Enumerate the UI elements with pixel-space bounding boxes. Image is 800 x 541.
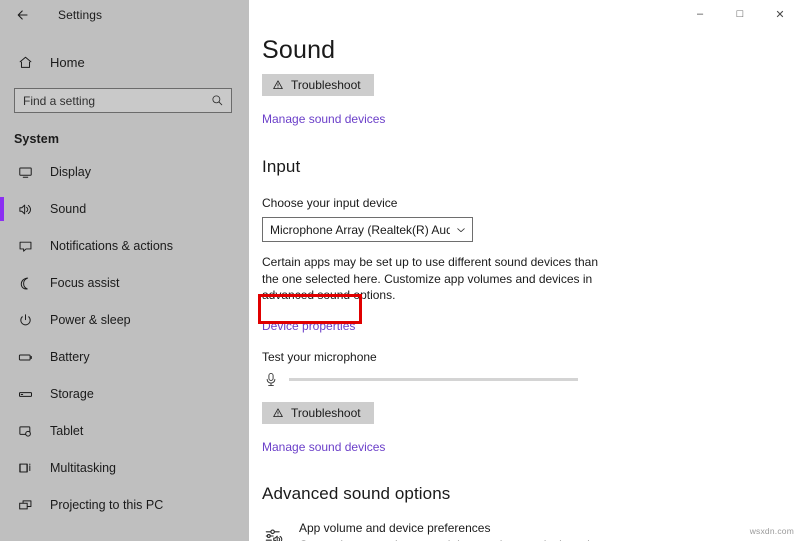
app-volume-preferences-item[interactable]: App volume and device preferences Custom… (262, 521, 800, 541)
back-arrow-icon[interactable] (10, 2, 36, 28)
microphone-icon (262, 370, 280, 390)
sidebar-item-label: Focus assist (50, 276, 119, 290)
sidebar-item-home[interactable]: Home (0, 47, 249, 77)
sidebar-home-label: Home (50, 55, 85, 70)
mixer-icon (262, 523, 288, 541)
projecting-icon (14, 495, 36, 515)
search-icon (207, 91, 227, 111)
sidebar-item-focus-assist[interactable]: Focus assist (0, 270, 249, 296)
sidebar-item-label: Storage (50, 387, 94, 401)
sidebar-item-projecting[interactable]: Projecting to this PC (0, 492, 249, 518)
sidebar-item-battery[interactable]: Battery (0, 344, 249, 370)
sidebar-item-power-sleep[interactable]: Power & sleep (0, 307, 249, 333)
output-troubleshoot-button[interactable]: Troubleshoot (262, 74, 374, 96)
input-troubleshoot-label: Troubleshoot (291, 406, 361, 420)
sidebar-item-storage[interactable]: Storage (0, 381, 249, 407)
input-device-label: Choose your input device (262, 196, 800, 210)
output-manage-sound-devices-link[interactable]: Manage sound devices (262, 112, 385, 126)
warning-triangle-icon (272, 407, 284, 419)
maximize-button[interactable]: □ (720, 0, 760, 28)
window-controls: – □ ✕ (680, 0, 800, 28)
input-device-select[interactable]: Microphone Array (Realtek(R) Audio) (262, 217, 473, 242)
input-device-value: Microphone Array (Realtek(R) Audio) (270, 223, 450, 237)
storage-icon (14, 384, 36, 404)
home-icon (14, 51, 36, 73)
minimize-button[interactable]: – (680, 0, 720, 28)
page-title: Sound (262, 36, 800, 65)
app-volume-subtitle: Customize app volumes and the speakers o… (299, 537, 633, 541)
battery-icon (14, 347, 36, 367)
sidebar-item-notifications[interactable]: Notifications & actions (0, 233, 249, 259)
sidebar-item-label: Battery (50, 350, 90, 364)
multitasking-icon (14, 458, 36, 478)
sidebar-nav-list: Display Sound Notifica (0, 159, 249, 518)
settings-window: Settings Home Find a setting System (0, 0, 800, 541)
speaker-icon (14, 199, 36, 219)
warning-triangle-icon (272, 79, 284, 91)
tablet-icon (14, 421, 36, 441)
close-button[interactable]: ✕ (760, 0, 800, 28)
search-input[interactable]: Find a setting (14, 88, 232, 113)
sidebar-item-label: Display (50, 165, 91, 179)
sidebar-item-label: Power & sleep (50, 313, 131, 327)
sidebar: Settings Home Find a setting System (0, 0, 249, 541)
power-icon (14, 310, 36, 330)
sidebar-item-label: Notifications & actions (50, 239, 173, 253)
output-troubleshoot-label: Troubleshoot (291, 78, 361, 92)
chevron-down-icon (450, 219, 472, 241)
input-section-heading: Input (262, 157, 800, 177)
sidebar-item-label: Multitasking (50, 461, 116, 475)
main-content: – □ ✕ Sound Troubleshoot (249, 0, 800, 541)
sidebar-item-tablet[interactable]: Tablet (0, 418, 249, 444)
device-properties-link[interactable]: Device properties (262, 319, 355, 333)
app-volume-title: App volume and device preferences (299, 521, 633, 536)
notification-icon (14, 236, 36, 256)
monitor-icon (14, 162, 36, 182)
microphone-level-meter (262, 370, 800, 390)
input-manage-sound-devices-link[interactable]: Manage sound devices (262, 440, 385, 454)
sound-settings-page: Sound Troubleshoot Manage sound devices (249, 0, 800, 541)
moon-icon (14, 273, 36, 293)
sidebar-item-display[interactable]: Display (0, 159, 249, 185)
sidebar-item-label: Tablet (50, 424, 83, 438)
sidebar-item-label: Sound (50, 202, 86, 216)
search-placeholder: Find a setting (23, 94, 207, 108)
input-troubleshoot-button[interactable]: Troubleshoot (262, 402, 374, 424)
input-description: Certain apps may be set up to use differ… (262, 254, 607, 304)
microphone-meter-track (289, 378, 578, 381)
sidebar-item-sound[interactable]: Sound (0, 196, 249, 222)
title-bar: Settings (0, 0, 249, 30)
advanced-section-heading: Advanced sound options (262, 484, 800, 504)
window-title: Settings (58, 8, 102, 22)
watermark: wsxdn.com (750, 526, 794, 536)
sidebar-item-multitasking[interactable]: Multitasking (0, 455, 249, 481)
test-microphone-label: Test your microphone (262, 350, 800, 364)
sidebar-section-title: System (14, 132, 249, 146)
sidebar-item-label: Projecting to this PC (50, 498, 163, 512)
app-volume-text: App volume and device preferences Custom… (299, 521, 633, 541)
